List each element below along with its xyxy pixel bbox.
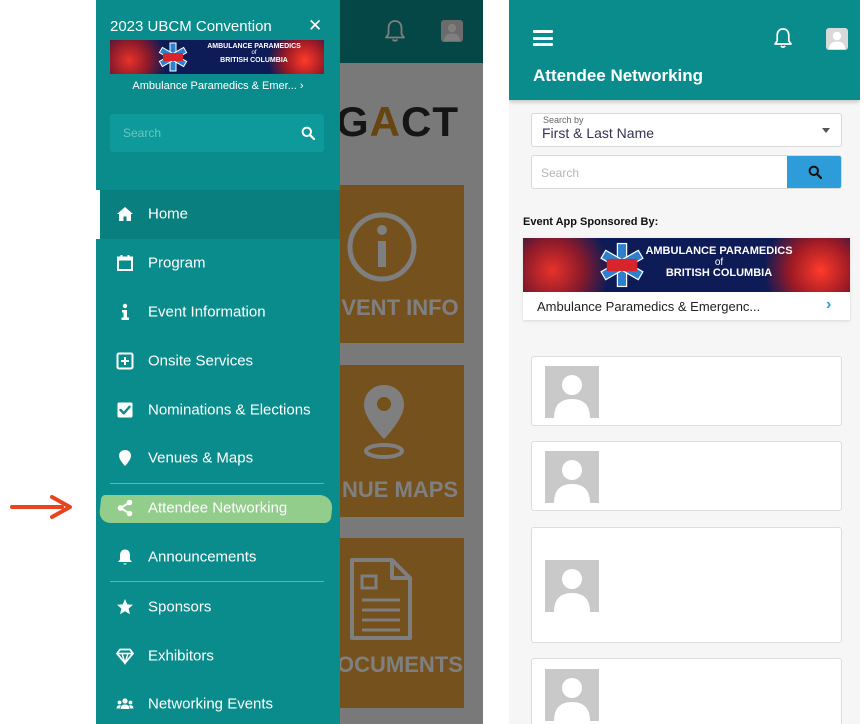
menu-item-nominations-elections[interactable]: Nominations & Elections	[96, 385, 340, 434]
menu-item-label: Event Information	[148, 303, 266, 321]
hamburger-menu-icon[interactable]	[533, 30, 553, 46]
star-icon	[117, 598, 133, 615]
search-placeholder: Search	[123, 126, 162, 140]
pointer-arrow-icon	[10, 495, 72, 519]
user-icon	[829, 31, 845, 49]
menu-item-home[interactable]: Home	[96, 190, 340, 239]
checkbox-icon	[117, 402, 133, 418]
share-icon	[117, 499, 133, 517]
menu-item-label: Sponsors	[148, 598, 212, 616]
right-phone-screen: Attendee Networking Search by First & La…	[509, 0, 860, 724]
avatar[interactable]	[826, 28, 848, 50]
menu-item-attendee-networking[interactable]: Attendee Networking	[96, 484, 340, 533]
menu-item-program[interactable]: Program	[96, 239, 340, 288]
search-icon[interactable]	[301, 126, 315, 140]
home-icon	[117, 207, 133, 222]
drawer-header: 2023 UBCM Convention ✕ AMBULANCE PARAMED…	[96, 0, 340, 190]
banner-text: AMBULANCE PARAMEDICS of BRITISH COLUMBIA	[645, 245, 793, 280]
bell-icon	[118, 549, 132, 565]
caret-down-icon	[822, 128, 830, 133]
search-button[interactable]	[787, 156, 841, 188]
sponsor-banner: AMBULANCE PARAMEDICS of BRITISH COLUMBIA	[523, 238, 850, 292]
sponsored-by-heading: Event App Sponsored By:	[523, 216, 659, 228]
search-placeholder: Search	[541, 166, 580, 180]
drawer-menu: Home Program Event Information Onsite Se…	[96, 190, 340, 724]
menu-item-sponsors[interactable]: Sponsors	[96, 582, 340, 631]
avatar-placeholder-icon	[545, 451, 599, 503]
info-icon	[121, 303, 129, 320]
search-by-value: First & Last Name	[542, 125, 655, 141]
menu-item-label: Venues & Maps	[148, 449, 254, 467]
app-header: Attendee Networking	[509, 0, 860, 100]
menu-item-announcements[interactable]: Announcements	[96, 533, 340, 582]
drawer-sponsor-link[interactable]: Ambulance Paramedics & Emer... ›	[96, 80, 340, 92]
menu-item-label: Home	[148, 205, 189, 223]
sponsor-banner[interactable]: AMBULANCE PARAMEDICS of BRITISH COLUMBIA	[110, 40, 324, 74]
search-icon	[808, 165, 822, 179]
menu-item-label: Program	[148, 254, 206, 272]
sponsor-name: Ambulance Paramedics & Emergenc...	[537, 299, 761, 314]
menu-item-label: Networking Events	[148, 695, 274, 713]
screenshot-stage: GACT VENT INFO NUE MAPS	[0, 0, 867, 724]
avatar-placeholder-icon	[545, 366, 599, 418]
menu-item-label: Onsite Services	[148, 352, 254, 370]
avatar-placeholder-icon	[545, 560, 599, 612]
calendar-icon	[117, 255, 133, 272]
attendee-card[interactable]	[531, 441, 842, 511]
chevron-right-icon[interactable]: ›	[826, 296, 831, 314]
menu-item-exhibitors[interactable]: Exhibitors	[96, 631, 340, 680]
drawer-search-input[interactable]: Search	[110, 114, 324, 152]
search-by-label: Search by	[543, 115, 584, 125]
map-pin-icon	[119, 450, 131, 467]
menu-item-onsite-services[interactable]: Onsite Services	[96, 336, 340, 385]
drawer-title: 2023 UBCM Convention	[110, 18, 272, 35]
menu-item-label: Announcements	[148, 548, 257, 566]
menu-item-label: Exhibitors	[148, 647, 214, 665]
menu-item-venues-maps[interactable]: Venues & Maps	[96, 434, 340, 483]
menu-item-label: Attendee Networking	[148, 499, 288, 517]
page-title: Attendee Networking	[533, 66, 704, 85]
bell-icon[interactable]	[773, 27, 793, 49]
menu-item-networking-events[interactable]: Networking Events	[96, 680, 340, 724]
users-icon	[116, 698, 134, 710]
avatar-placeholder-icon	[545, 669, 599, 721]
attendee-search-input[interactable]: Search	[531, 155, 842, 189]
menu-item-label: Nominations & Elections	[148, 401, 311, 419]
left-phone-screen: GACT VENT INFO NUE MAPS	[96, 0, 483, 724]
plus-square-icon	[116, 352, 134, 370]
navigation-drawer: 2023 UBCM Convention ✕ AMBULANCE PARAMED…	[96, 0, 340, 724]
attendee-card[interactable]	[531, 356, 842, 426]
attendee-card[interactable]	[531, 658, 842, 724]
close-icon[interactable]: ✕	[308, 16, 322, 36]
search-by-select[interactable]: Search by First & Last Name	[531, 113, 842, 147]
diamond-icon	[116, 648, 134, 665]
sponsor-card[interactable]: AMBULANCE PARAMEDICS of BRITISH COLUMBIA…	[523, 238, 850, 320]
menu-item-event-information[interactable]: Event Information	[96, 288, 340, 337]
attendee-card[interactable]	[531, 527, 842, 643]
banner-text: AMBULANCE PARAMEDICS of BRITISH COLUMBIA	[207, 43, 301, 64]
